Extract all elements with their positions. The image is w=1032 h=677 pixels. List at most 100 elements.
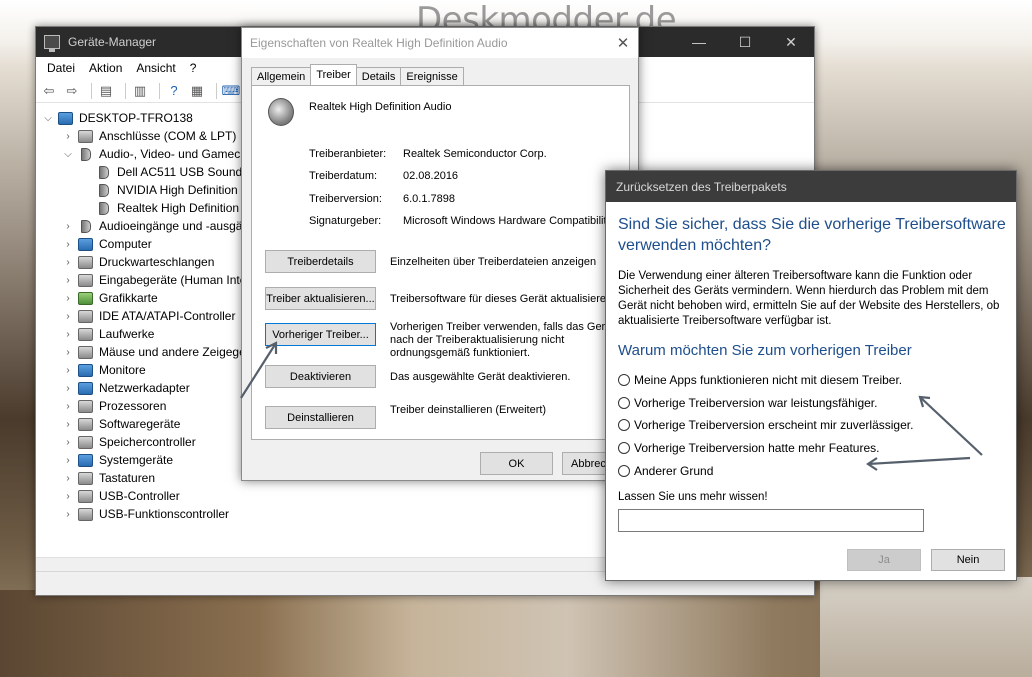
expand-icon[interactable]: › [62, 419, 74, 430]
tree-node-audio-video[interactable]: ⌵ Audio-, Video- und Gamec [62, 145, 240, 163]
update-driver-button[interactable]: Treiber aktualisieren... [265, 287, 376, 310]
tree-node-monitors[interactable]: › Monitore [62, 361, 145, 379]
scan-hardware-icon[interactable]: ⌨ [222, 83, 241, 99]
tree-node-processors[interactable]: › Prozessoren [62, 397, 166, 415]
menu-aktion[interactable]: Aktion [82, 61, 129, 75]
reason-option-apps[interactable]: Meine Apps funktionieren nicht mit diese… [618, 372, 902, 388]
tree-node-ports[interactable]: › Anschlüsse (COM & LPT) [62, 127, 236, 145]
expand-icon[interactable]: › [62, 473, 74, 484]
expand-icon[interactable]: › [62, 311, 74, 322]
tree-node-mice[interactable]: › Mäuse und andere Zeigege [62, 343, 245, 361]
expand-icon[interactable]: › [62, 383, 74, 394]
expand-icon[interactable]: › [62, 239, 74, 250]
radio-button[interactable] [618, 442, 630, 454]
close-icon[interactable]: ✕ [608, 28, 638, 58]
expand-icon[interactable]: › [62, 491, 74, 502]
yes-button[interactable]: Ja [847, 549, 921, 571]
driver-provider-value: Realtek Semiconductor Corp. [403, 148, 547, 160]
tree-node-dell-ac511[interactable]: Dell AC511 USB SoundB [96, 163, 250, 181]
expand-icon[interactable]: › [62, 455, 74, 466]
tab-treiber[interactable]: Treiber [310, 64, 357, 85]
tab-ereignisse[interactable]: Ereignisse [400, 67, 464, 85]
expand-icon[interactable]: › [62, 365, 74, 376]
menu-ansicht[interactable]: Ansicht [129, 61, 182, 75]
uninstall-device-button[interactable]: Deinstallieren [265, 406, 376, 429]
back-arrow-icon[interactable]: ⇦ [40, 83, 58, 99]
rollback-question: Warum möchten Sie zum vorherigen Treiber [618, 342, 912, 359]
expand-icon[interactable]: › [62, 257, 74, 268]
expand-icon[interactable]: › [62, 509, 74, 520]
tree-node-storage[interactable]: › Speichercontroller [62, 433, 195, 451]
expand-icon[interactable]: › [62, 293, 74, 304]
rollback-titlebar[interactable]: Zurücksetzen des Treiberpakets [606, 171, 1016, 202]
expand-icon[interactable]: › [62, 347, 74, 358]
background-cabinet [820, 577, 1032, 677]
reason-option-label: Vorherige Treiberversion hatte mehr Feat… [634, 441, 880, 455]
menu-datei[interactable]: Datei [40, 61, 82, 75]
tree-node-usb-function[interactable]: › USB-Funktionscontroller [62, 505, 229, 523]
tree-node-display-adapters[interactable]: › Grafikkarte [62, 289, 157, 307]
tree-node-drives[interactable]: › Laufwerke [62, 325, 154, 343]
tree-node-realtek-hd[interactable]: Realtek High Definition [96, 199, 239, 217]
forward-arrow-icon[interactable]: ⇨ [63, 83, 81, 99]
driver-details-button[interactable]: Treiberdetails [265, 250, 376, 273]
expand-icon[interactable]: › [62, 401, 74, 412]
help-icon[interactable]: ? [165, 83, 183, 99]
reason-option-other[interactable]: Anderer Grund [618, 463, 713, 479]
properties-title: Eigenschaften von Realtek High Definitio… [250, 36, 508, 50]
tree-node-network[interactable]: › Netzwerkadapter [62, 379, 189, 397]
tree-node-label: Realtek High Definition [117, 201, 240, 215]
reason-option-features[interactable]: Vorherige Treiberversion hatte mehr Feat… [618, 440, 879, 456]
show-hide-tree-icon[interactable]: ▤ [97, 83, 115, 99]
radio-button[interactable] [618, 374, 630, 386]
minimize-icon[interactable]: — [676, 27, 722, 57]
reason-option-performance[interactable]: Vorherige Treiberversion war leistungsfä… [618, 395, 877, 411]
radio-button[interactable] [618, 419, 630, 431]
tree-node-label: NVIDIA High Definition [117, 183, 238, 197]
tree-node-label: Druckwarteschlangen [99, 255, 215, 269]
tab-details[interactable]: Details [355, 67, 402, 85]
tree-node-keyboards[interactable]: › Tastaturen [62, 469, 155, 487]
properties-titlebar[interactable]: Eigenschaften von Realtek High Definitio… [242, 28, 638, 58]
expand-icon[interactable]: › [62, 221, 74, 232]
tab-allgemein[interactable]: Allgemein [251, 67, 312, 85]
close-icon[interactable]: ✕ [768, 27, 814, 57]
tree-node-label: DESKTOP-TFRO138 [79, 111, 193, 125]
expand-icon[interactable]: › [62, 275, 74, 286]
ok-button[interactable]: OK [480, 452, 553, 475]
feedback-input[interactable] [618, 509, 924, 532]
tree-node-label: Audio-, Video- und Gamec [99, 147, 241, 161]
menu-help[interactable]: ? [183, 61, 204, 75]
collapse-icon[interactable]: ⌵ [62, 149, 74, 160]
tree-node-hid[interactable]: › Eingabegeräte (Human Inte [62, 271, 246, 289]
drive-icon [78, 327, 93, 341]
tree-node-print-queues[interactable]: › Druckwarteschlangen [62, 253, 214, 271]
expand-icon[interactable]: › [62, 131, 74, 142]
no-button[interactable]: Nein [931, 549, 1005, 571]
reason-option-label: Meine Apps funktionieren nicht mit diese… [634, 373, 903, 387]
tree-node-nvidia-hd[interactable]: NVIDIA High Definition [96, 181, 238, 199]
display-adapter-icon [78, 291, 93, 305]
mouse-icon [78, 345, 93, 359]
expand-icon[interactable]: › [62, 329, 74, 340]
reason-option-reliability[interactable]: Vorherige Treiberversion erscheint mir z… [618, 417, 913, 433]
tree-node-usb[interactable]: › USB-Controller [62, 487, 179, 505]
radio-button[interactable] [618, 465, 630, 477]
expand-icon[interactable]: › [62, 437, 74, 448]
tree-node-label: Laufwerke [99, 327, 155, 341]
radio-button[interactable] [618, 397, 630, 409]
tree-node-ide[interactable]: › IDE ATA/ATAPI-Controller [62, 307, 235, 325]
usb-icon [78, 489, 93, 503]
view-icon[interactable]: ▦ [188, 83, 206, 99]
tree-node-system[interactable]: › Systemgeräte [62, 451, 173, 469]
tree-node-desktop[interactable]: ⌵ DESKTOP-TFRO138 [42, 109, 193, 127]
rollback-driver-button[interactable]: Vorheriger Treiber... [265, 323, 376, 346]
maximize-icon[interactable]: ☐ [722, 27, 768, 57]
disable-device-button[interactable]: Deaktivieren [265, 365, 376, 388]
tree-node-software-devices[interactable]: › Softwaregeräte [62, 415, 180, 433]
reason-option-label: Vorherige Treiberversion war leistungsfä… [634, 396, 878, 410]
tree-node-audio-io[interactable]: › Audioeingänge und -ausgä [62, 217, 242, 235]
tree-node-computer[interactable]: › Computer [62, 235, 151, 253]
collapse-icon[interactable]: ⌵ [42, 113, 54, 124]
properties-icon[interactable]: ▥ [131, 83, 149, 99]
